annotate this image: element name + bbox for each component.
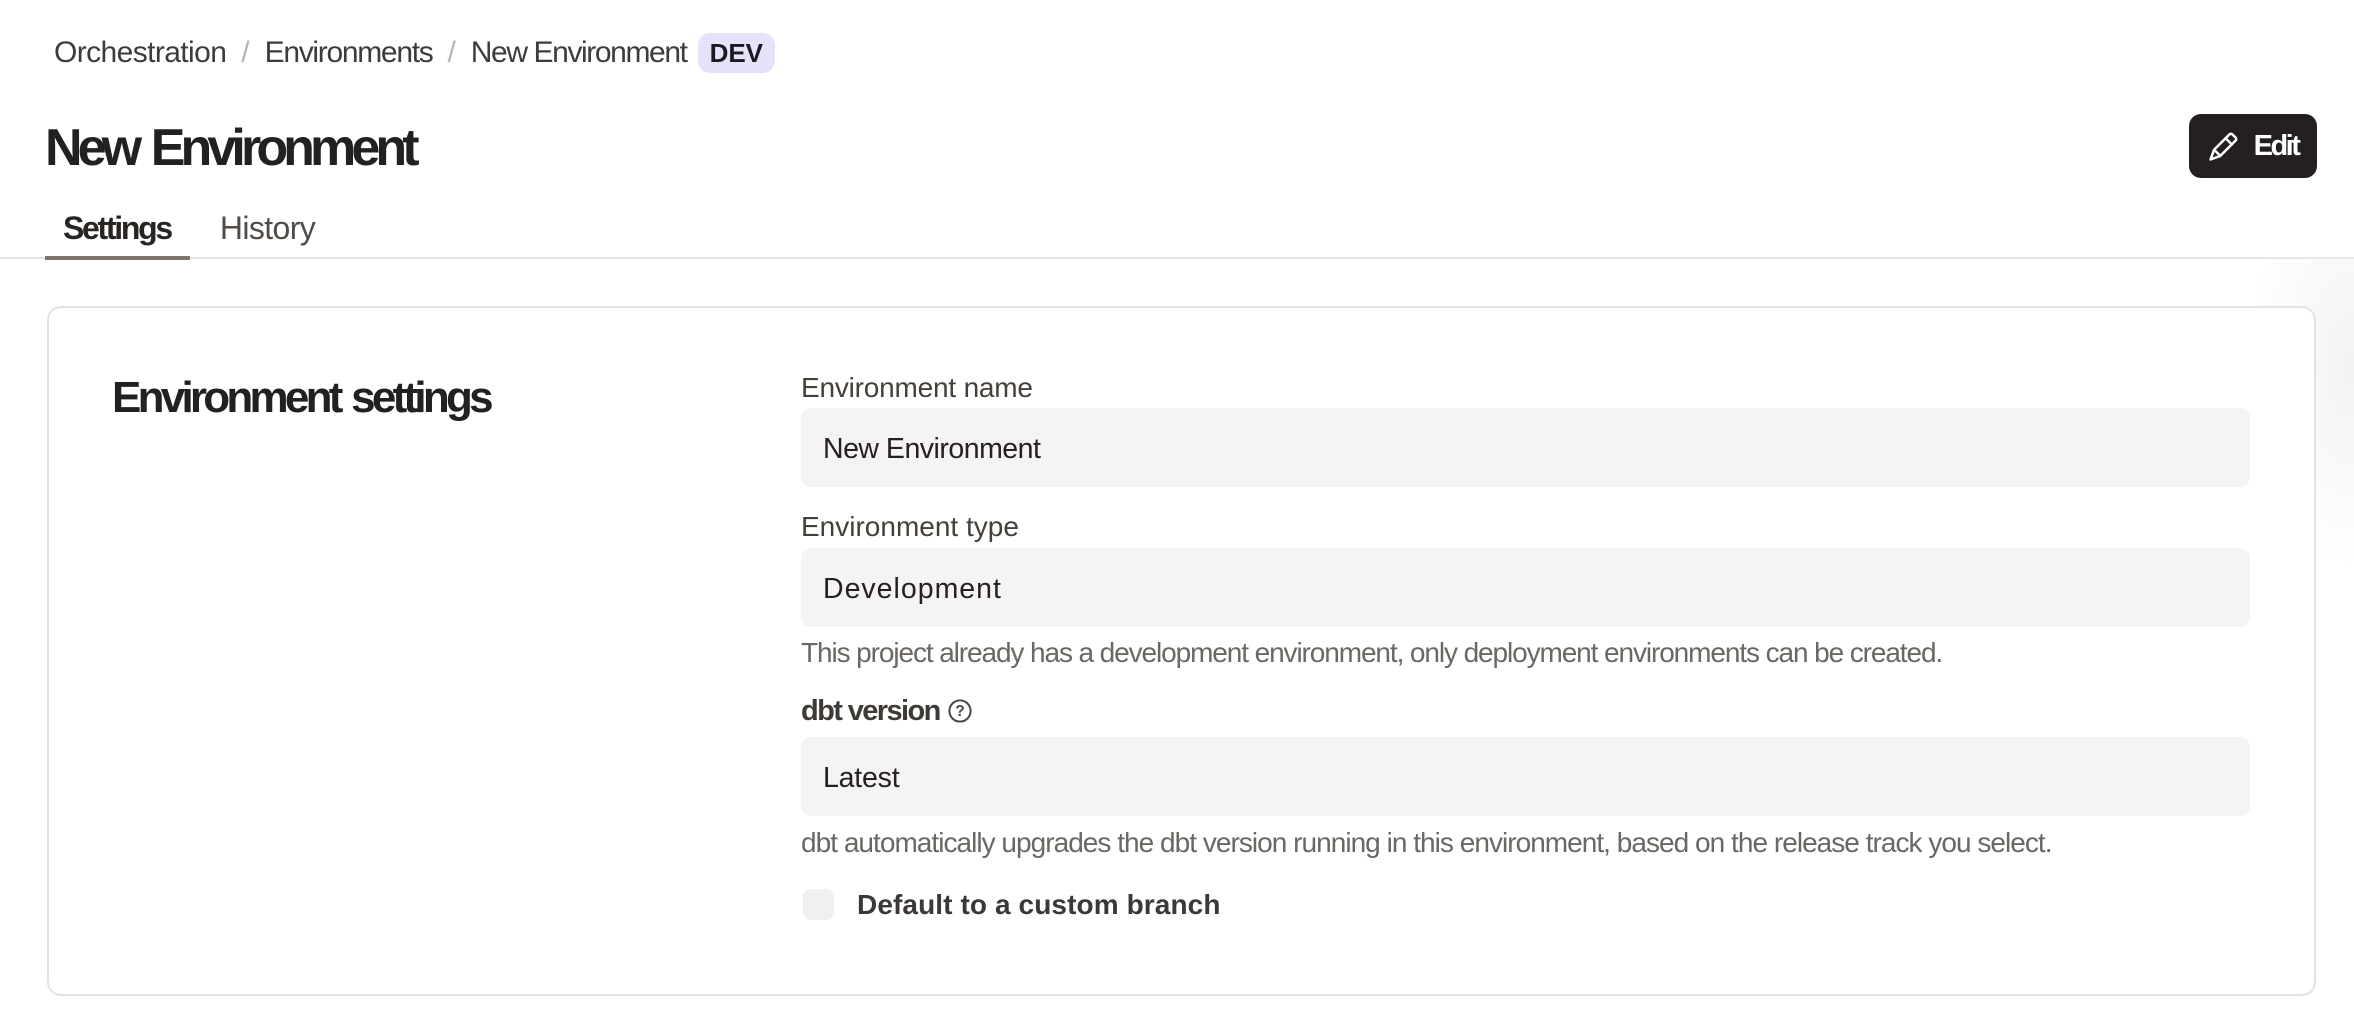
svg-text:?: ? xyxy=(955,703,964,720)
